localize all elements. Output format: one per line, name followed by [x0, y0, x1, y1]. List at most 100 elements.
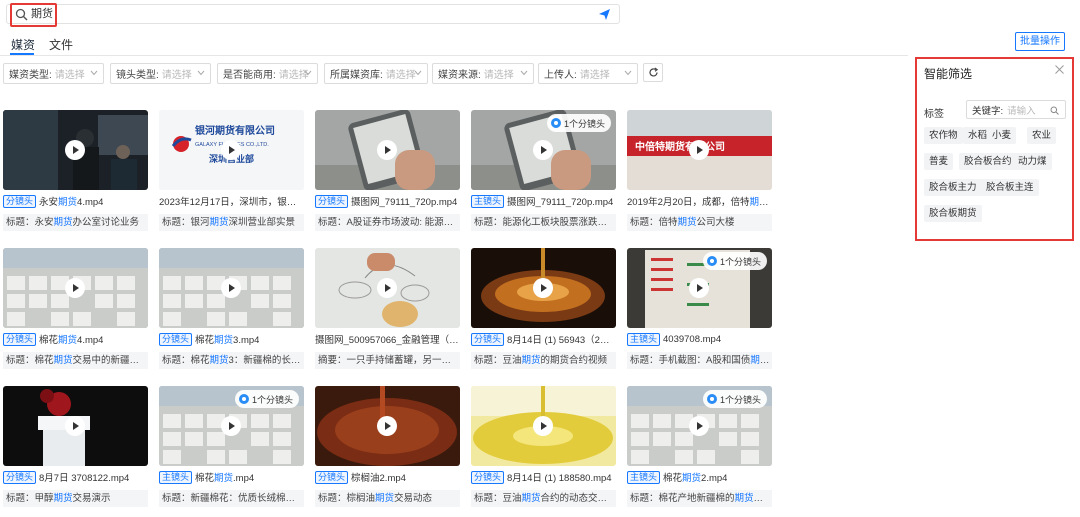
video-thumbnail[interactable]: 银河期货有限公司GALAXY FUTURES CO.,LTD.深圳营业部 — [159, 110, 304, 190]
filter-commercial-use[interactable]: 是否能商用: 请选择 — [217, 63, 318, 84]
video-thumbnail[interactable] — [315, 248, 460, 328]
title-part: 交易中的新疆棉优势 — [72, 355, 148, 366]
tag-chip[interactable]: 胶合板合约 — [959, 153, 1017, 170]
card-filename[interactable]: 分镜头 8月7日 3708122.mp4 — [3, 470, 148, 484]
card-filename[interactable]: 分镜头 永安期货4.mp4 — [3, 194, 148, 208]
filename-part: 棕榈油2.mp4 — [351, 473, 406, 484]
tag-chip[interactable]: 农业 — [1027, 127, 1057, 144]
card-filename[interactable]: 主镜头 4039708.mp4 — [627, 332, 772, 346]
play-icon[interactable] — [377, 416, 397, 436]
video-thumbnail[interactable] — [471, 248, 616, 328]
media-card[interactable]: 中倍特期货有限公司2019年2月20日，成都，倍特期货（...标题：倍特期货公司… — [627, 110, 772, 232]
card-title: 标题：A股证券市场波动: 能源期货 — [315, 214, 460, 231]
play-icon[interactable] — [689, 278, 709, 298]
media-card[interactable]: 分镜头摄图网_79111_720p.mp4 标题：A股证券市场波动: 能源期货 — [315, 110, 460, 232]
title-part: 标题：棉花 — [162, 355, 210, 366]
video-thumbnail[interactable] — [3, 110, 148, 190]
video-thumbnail[interactable] — [471, 386, 616, 466]
filename-part: 4.mp4 — [77, 335, 104, 346]
refresh-button[interactable] — [643, 63, 663, 82]
card-title: 标题：手机截图：A股和国债期货的... — [627, 352, 772, 369]
card-filename[interactable]: 分镜头 8月14日 (1) 188580.mp4 — [471, 470, 616, 484]
card-filename[interactable]: 主镜头 摄图网_79111_720p.mp4 — [471, 194, 616, 208]
media-card[interactable]: 1个分镜头 主镜头 摄图网_79111_720p.mp4 标题：能源化工板块股票涨跌情… — [471, 110, 616, 232]
video-thumbnail[interactable] — [315, 386, 460, 466]
video-thumbnail[interactable]: 中倍特期货有限公司 — [627, 110, 772, 190]
video-thumbnail[interactable] — [3, 248, 148, 328]
play-icon[interactable] — [533, 140, 553, 160]
sub-shot-badge[interactable]: 1个分镜头 — [702, 252, 767, 270]
card-title: 标题：棉花期货交易中的新疆棉优势 — [3, 352, 148, 369]
media-card[interactable]: 分镜头 8月7日 3708122.mp4 标题：甲醇期货交易演示 — [3, 386, 148, 508]
tag-chip[interactable]: 胶合板主力 — [924, 179, 982, 196]
tag-chip[interactable]: 动力煤 — [1013, 153, 1052, 170]
filter-media-type[interactable]: 媒资类型: 请选择 — [3, 63, 104, 84]
video-thumbnail[interactable]: 1个分镜头 — [627, 248, 772, 328]
video-thumbnail[interactable] — [315, 110, 460, 190]
play-icon[interactable] — [377, 140, 397, 160]
tab-media[interactable]: 媒资 — [11, 36, 35, 53]
media-card[interactable]: 银河期货有限公司GALAXY FUTURES CO.,LTD.深圳营业部 2023… — [159, 110, 304, 232]
keyword-input[interactable]: 关键字: 请输入 — [966, 100, 1066, 119]
play-icon[interactable] — [65, 278, 85, 298]
video-thumbnail[interactable]: 1个分镜头 — [627, 386, 772, 466]
card-filename[interactable]: 分镜头 棕榈油2.mp4 — [315, 470, 460, 484]
card-filename[interactable]: 主镜头 棉花期货.mp4 — [159, 470, 304, 484]
tag-chip[interactable]: 胶合板期货 — [924, 205, 982, 222]
play-icon[interactable] — [65, 416, 85, 436]
video-thumbnail[interactable] — [159, 248, 304, 328]
media-card[interactable]: 1个分镜头主镜头棉花期货.mp4标题：新疆棉花：优质长绒棉的期货... — [159, 386, 304, 508]
sub-shot-badge[interactable]: 1个分镜头 — [234, 390, 299, 408]
filter-media-source[interactable]: 媒资来源: 请选择 — [432, 63, 534, 84]
media-card[interactable]: 分镜头 永安期货4.mp4 标题：永安期货办公室讨论业务 — [3, 110, 148, 232]
card-filename[interactable]: 2023年12月17日，深圳市，银河期货 — [159, 194, 304, 208]
media-card[interactable]: 1个分镜头主镜头棉花期货2.mp4标题：棉花产地新疆棉的期货交易现... — [627, 386, 772, 508]
tag-chip[interactable]: 小麦 — [987, 127, 1017, 144]
tag-chip[interactable]: 胶合板主连 — [981, 179, 1039, 196]
media-card[interactable]: 分镜头 棕榈油2.mp4 标题：棕榈油期货交易动态 — [315, 386, 460, 508]
video-thumbnail[interactable] — [3, 386, 148, 466]
media-card[interactable]: 分镜头棉花期货4.mp4 标题：棉花期货交易中的新疆棉优势 — [3, 248, 148, 370]
shot-type-tag: 主镜头 — [627, 332, 661, 346]
tag-chip[interactable]: 农作物 — [924, 127, 963, 144]
tab-files[interactable]: 文件 — [49, 36, 73, 53]
play-icon[interactable] — [533, 416, 553, 436]
card-filename[interactable]: 分镜头 棉花期货4.mp4 — [3, 332, 148, 346]
filename-text: 2023年12月17日，深圳市，银河期货 — [159, 194, 304, 208]
search-bar[interactable]: 期货 — [6, 3, 620, 27]
card-title: 标题：永安期货办公室讨论业务 — [3, 214, 148, 231]
play-icon[interactable] — [689, 416, 709, 436]
play-icon[interactable] — [221, 416, 241, 436]
filter-shot-type[interactable]: 镜头类型: 请选择 — [110, 63, 211, 84]
media-card[interactable]: 1个分镜头主镜头4039708.mp4 标题：手机截图：A股和国债期货的... — [627, 248, 772, 370]
play-icon[interactable] — [533, 278, 553, 298]
card-filename[interactable]: 摄图网_500957066_金融管理（企业... — [315, 332, 460, 346]
video-thumbnail[interactable]: 1个分镜头 — [159, 386, 304, 466]
close-icon[interactable] — [1055, 65, 1064, 74]
media-card[interactable]: 分镜头8月14日 (1) 188580.mp4 标题：豆油期货合约的动态交易过程 — [471, 386, 616, 508]
play-icon[interactable] — [221, 278, 241, 298]
card-filename[interactable]: 2019年2月20日，成都，倍特期货（... — [627, 194, 772, 208]
card-filename[interactable]: 分镜头 摄图网_79111_720p.mp4 — [315, 194, 460, 208]
play-icon[interactable] — [377, 278, 397, 298]
filter-media-library[interactable]: 所属媒资库: 请选择 — [324, 63, 428, 84]
media-card[interactable]: 分镜头棉花期货3.mp4标题：棉花期货3：新疆棉的长绒棉... — [159, 248, 304, 370]
card-filename[interactable]: 主镜头 棉花期货2.mp4 — [627, 470, 772, 484]
sub-shot-badge[interactable]: 1个分镜头 — [546, 114, 611, 132]
card-filename[interactable]: 分镜头8月14日 (1) 56943（2）.mp4 — [471, 332, 616, 346]
search-input[interactable]: 期货 — [31, 8, 53, 21]
shot-type-tag: 分镜头 — [3, 332, 37, 346]
video-thumbnail[interactable]: 1个分镜头 — [471, 110, 616, 190]
media-card[interactable]: 分镜头8月14日 (1) 56943（2）.mp4 标题：豆油期货的期货合约视频 — [471, 248, 616, 370]
card-filename[interactable]: 分镜头 棉花期货3.mp4 — [159, 332, 304, 346]
batch-operation-button[interactable]: 批量操作 — [1015, 32, 1065, 51]
play-icon[interactable] — [689, 140, 709, 160]
sub-shot-badge[interactable]: 1个分镜头 — [702, 390, 767, 408]
play-icon[interactable] — [65, 140, 85, 160]
play-icon[interactable] — [221, 140, 241, 160]
filter-uploader[interactable]: 上传人: 请选择 — [538, 63, 638, 84]
tag-chip[interactable]: 普麦 — [924, 153, 954, 170]
title-part: 标题：豆油 — [474, 355, 522, 366]
send-icon[interactable] — [598, 8, 611, 21]
media-card[interactable]: 摄图网_500957066_金融管理（企业... 摘要：一只手持储蓄罐，另一手持币… — [315, 248, 460, 370]
